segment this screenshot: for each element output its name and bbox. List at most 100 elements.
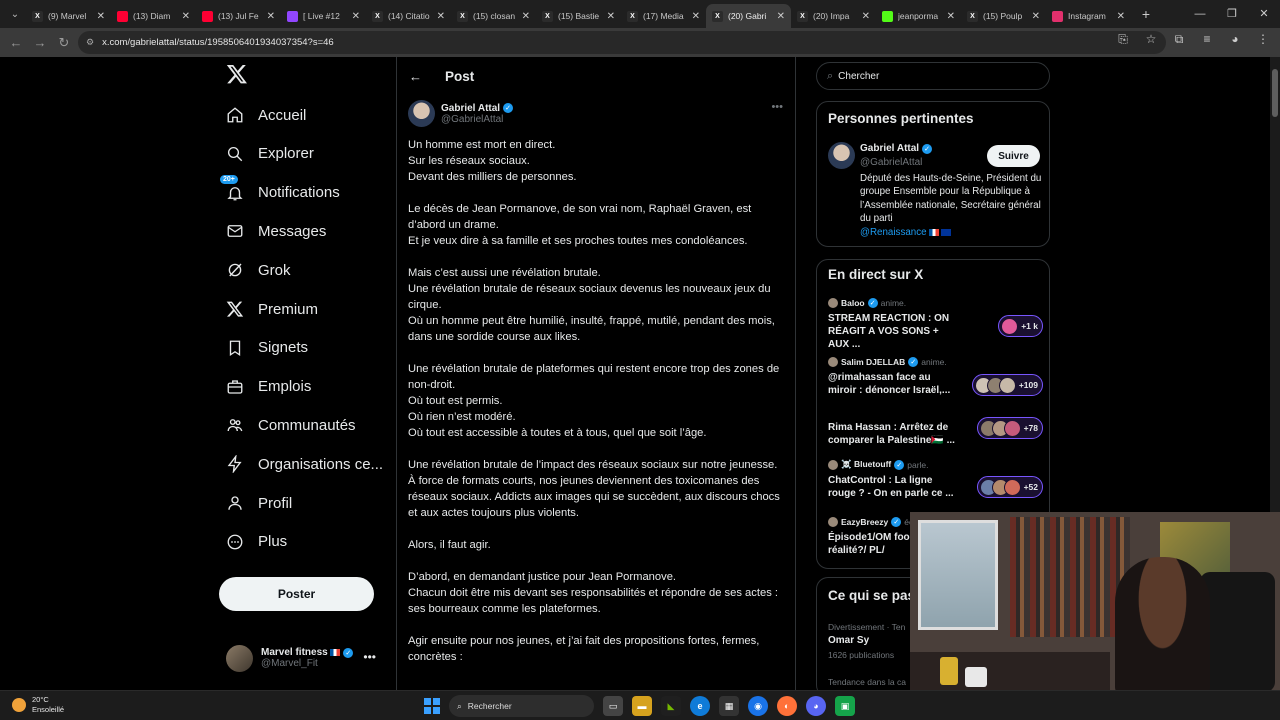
renaissance-link[interactable]: @Renaissance (860, 226, 1045, 239)
post-button[interactable]: Poster (219, 577, 374, 611)
close-tab-icon[interactable]: ✕ (182, 11, 190, 22)
post-line: Sur les réseaux sociaux. (408, 155, 530, 167)
chrome-icon[interactable]: ◉ (748, 696, 768, 716)
browser-tab[interactable]: X (15) Poulp ✕ (961, 4, 1046, 28)
nav-item-emplois[interactable]: Emplois (226, 372, 311, 402)
nav-item-premium[interactable]: Premium (226, 294, 318, 324)
forward-icon[interactable]: → (28, 31, 52, 55)
browser-tab[interactable]: [ Live #12 ✕ (281, 4, 366, 28)
close-tab-icon[interactable]: ✕ (522, 11, 530, 22)
close-tab-icon[interactable]: ✕ (862, 11, 870, 22)
file-explorer-icon[interactable]: ▬ (632, 696, 652, 716)
close-tab-icon[interactable]: ✕ (607, 11, 615, 22)
nav-item-messages[interactable]: Messages (226, 216, 326, 246)
trend-name[interactable]: Omar Sy (828, 635, 869, 646)
nav-item-accueil[interactable]: Accueil (226, 100, 306, 130)
minimize-icon[interactable]: — (1184, 0, 1216, 28)
post-more-icon[interactable]: ••• (771, 101, 783, 113)
live-item[interactable]: Rima Hassan : Arrêtez de comparer la Pal… (828, 417, 1043, 447)
weather-widget[interactable]: 20°C Ensoleillé (12, 695, 64, 715)
nav-item-explorer[interactable]: Explorer (226, 139, 314, 169)
related-avatar[interactable] (828, 142, 855, 169)
nav-item-plus[interactable]: Plus (226, 527, 287, 557)
close-tab-icon[interactable]: ✕ (97, 11, 105, 22)
listeners-pill[interactable]: +52 (976, 476, 1043, 498)
close-tab-icon[interactable]: ✕ (777, 11, 785, 22)
app-icon[interactable]: ▣ (835, 696, 855, 716)
post-line: Et je veux dire à sa famille et ses proc… (408, 235, 748, 247)
related-handle[interactable]: @GabrielAttal (860, 157, 922, 168)
listeners-pill[interactable]: +109 (971, 374, 1043, 396)
start-icon[interactable] (424, 698, 440, 714)
live-title: En direct sur X (828, 267, 924, 282)
tab-search-icon[interactable]: ⌄ (4, 4, 26, 24)
browser-tab[interactable]: Instagram ✕ (1046, 4, 1131, 28)
nav-item-organisations-ce[interactable]: Organisations ce... (226, 449, 383, 479)
task-view-icon[interactable]: ▭ (603, 696, 623, 716)
tab-title: (20) Gabri (728, 11, 767, 21)
author-handle[interactable]: @GabrielAttal (441, 114, 513, 125)
nav-label: Messages (258, 222, 327, 240)
site-info-icon[interactable]: ⚙ (86, 37, 94, 48)
browser-tab[interactable]: (13) Jul Fe ✕ (196, 4, 281, 28)
new-tab-button[interactable]: + (1135, 6, 1157, 22)
profile-icon[interactable]: ◕ (1226, 32, 1244, 47)
close-tab-icon[interactable]: ✕ (947, 11, 955, 22)
post-author[interactable]: Gabriel Attal ✓ @GabrielAttal (408, 100, 514, 127)
close-tab-icon[interactable]: ✕ (437, 11, 445, 22)
back-arrow-icon[interactable]: ← (409, 69, 429, 84)
browser-tab[interactable]: jeanporma ✕ (876, 4, 961, 28)
more-options-icon[interactable]: ••• (363, 650, 376, 664)
discord-icon[interactable]: ◕ (806, 696, 826, 716)
address-bar[interactable]: ⚙ x.com/gabrielattal/status/195850640193… (78, 31, 1166, 54)
reload-icon[interactable]: ↻ (52, 31, 76, 55)
close-tab-icon[interactable]: ✕ (692, 11, 700, 22)
browser-tab[interactable]: X (15) Bastie ✕ (536, 4, 621, 28)
related-name[interactable]: Gabriel Attal (860, 143, 919, 154)
nav-item-communautés[interactable]: Communautés (226, 410, 356, 440)
close-tab-icon[interactable]: ✕ (267, 11, 275, 22)
browser-tab[interactable]: X (20) Gabri ✕ (706, 4, 791, 28)
author-avatar[interactable] (408, 100, 435, 127)
browser-tab[interactable]: X (9) Marvel ✕ (26, 4, 111, 28)
nav-item-signets[interactable]: Signets (226, 333, 308, 363)
browser-tab[interactable]: X (20) Impa ✕ (791, 4, 876, 28)
extensions-icon[interactable]: ⧉ (1170, 32, 1188, 47)
post-line: Devant des milliers de personnes. (408, 171, 577, 183)
x-logo-icon[interactable] (226, 63, 248, 85)
post-paragraph: Une révélation brutale de plateformes qu… (408, 361, 788, 441)
nav-label: Premium (258, 300, 319, 318)
store-icon[interactable]: ▦ (719, 696, 739, 716)
account-switcher[interactable]: Marvel fitness ✓ @Marvel_Fit ••• (226, 642, 386, 674)
close-window-icon[interactable]: ✕ (1248, 0, 1280, 28)
firefox-icon[interactable]: ◐ (777, 696, 797, 716)
scroll-thumb[interactable] (1272, 69, 1278, 117)
nav-item-grok[interactable]: Grok (226, 255, 291, 285)
back-icon[interactable]: ← (4, 31, 28, 55)
close-tab-icon[interactable]: ✕ (352, 11, 360, 22)
listeners-pill[interactable]: +78 (976, 417, 1043, 439)
close-tab-icon[interactable]: ✕ (1117, 11, 1125, 22)
install-app-icon[interactable]: ⎘ (1114, 32, 1132, 47)
live-item[interactable]: Baloo ✓ anime. STREAM REACTION : ON RÉAGIT … (828, 298, 1043, 351)
reading-list-icon[interactable]: ≡ (1198, 32, 1216, 47)
nav-item-notifications[interactable]: 20+ Notifications (220, 174, 340, 208)
browser-menu-icon[interactable]: ⋮ (1254, 32, 1272, 47)
nav-item-profil[interactable]: Profil (226, 488, 292, 518)
edge-icon[interactable]: e (690, 696, 710, 716)
live-item[interactable]: Salim DJELLAB ✓ anime. @rimahassan face au … (828, 357, 1043, 397)
nvidia-icon[interactable]: ◣ (661, 696, 681, 716)
browser-tab[interactable]: (13) Diam ✕ (111, 4, 196, 28)
close-tab-icon[interactable]: ✕ (1032, 11, 1040, 22)
follow-button[interactable]: Suivre (987, 145, 1040, 167)
browser-tab[interactable]: X (17) Media ✕ (621, 4, 706, 28)
taskbar-search[interactable]: ⌕ Rechercher (449, 695, 594, 717)
author-name[interactable]: Gabriel Attal (441, 103, 500, 114)
browser-tab[interactable]: X (15) closan ✕ (451, 4, 536, 28)
listeners-pill[interactable]: +1 k (998, 315, 1043, 337)
browser-tab[interactable]: X (14) Citatio ✕ (366, 4, 451, 28)
search-input[interactable]: ⌕ Chercher (816, 62, 1050, 90)
bookmark-star-icon[interactable]: ☆ (1142, 32, 1160, 47)
restore-icon[interactable]: ❐ (1216, 0, 1248, 28)
live-item[interactable]: ☠️ Bluetouff ✓ parle. ChatControl : La lign… (828, 459, 1043, 500)
